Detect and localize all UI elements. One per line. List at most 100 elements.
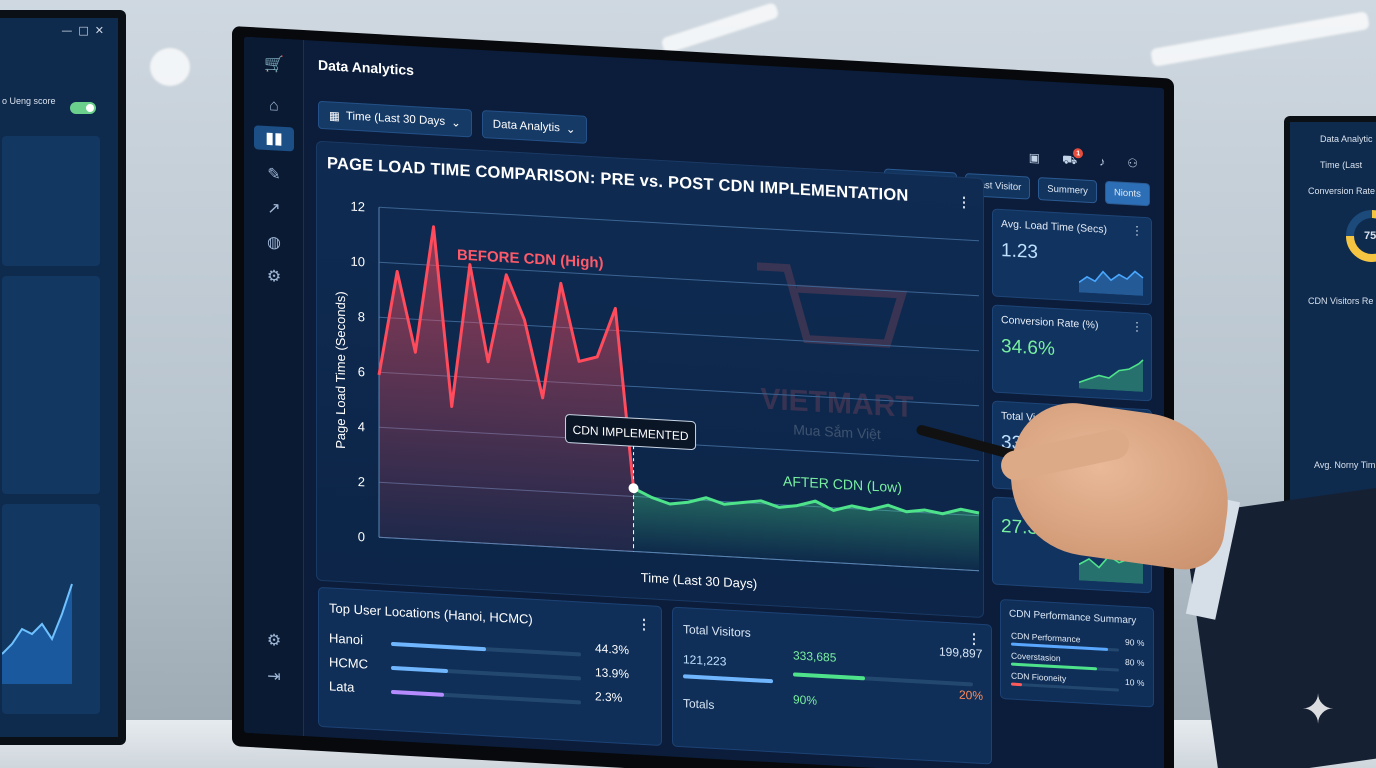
summary-value: 80 % bbox=[1125, 656, 1145, 669]
main-monitor: 🛒 ⌂ ▮▮ ✎ ↗ ◍ ⚙ ⚙ ⇥ Data Analytics ▦ Time… bbox=[232, 26, 1174, 768]
location-bar bbox=[391, 665, 581, 681]
more-icon[interactable]: ⋮ bbox=[1131, 223, 1143, 238]
right-app-title: Data Analytic bbox=[1320, 134, 1373, 144]
window-controls[interactable]: —□✕ bbox=[61, 24, 110, 37]
settings-icon[interactable]: ⚙ bbox=[262, 264, 286, 289]
bell-icon[interactable]: ♪ bbox=[1099, 154, 1105, 170]
summary-bar bbox=[1011, 642, 1119, 652]
cart-icon[interactable]: ⛟ 1 bbox=[1062, 148, 1084, 169]
ceiling-light bbox=[660, 1, 780, 55]
y-tick-label: 4 bbox=[358, 419, 365, 434]
save-icon[interactable]: ▣ bbox=[1029, 151, 1040, 168]
gauge-value: 75 bbox=[1364, 230, 1376, 242]
watermark-cart-icon bbox=[757, 262, 908, 348]
user-icon[interactable]: ⚇ bbox=[1127, 156, 1138, 173]
kpi-title: Avg. Load Time (Secs) bbox=[1001, 217, 1108, 236]
summary-value: 10 % bbox=[1125, 676, 1145, 689]
y-tick-label: 10 bbox=[351, 254, 365, 270]
load-time-chart-panel: PAGE LOAD TIME COMPARISON: PRE vs. POST … bbox=[316, 140, 984, 619]
location-pct: 2.3% bbox=[595, 689, 623, 705]
area-sparkline bbox=[2, 583, 73, 684]
visitors-pct-1: 90% bbox=[793, 692, 818, 708]
summary-bar bbox=[1011, 682, 1119, 692]
toggle-switch[interactable] bbox=[70, 102, 96, 114]
visitors-bar-2 bbox=[793, 672, 973, 687]
location-bar-fill bbox=[391, 665, 448, 674]
topbar-actions: ▣ ⛟ 1 ♪ ⚇ bbox=[1029, 148, 1138, 173]
time-filter[interactable]: ▦ Time (Last 30 Days ⌄ bbox=[318, 100, 472, 138]
y-axis-label: Page Load Time (Seconds) bbox=[333, 291, 348, 449]
right-visitors-title: CDN Visitors Re bbox=[1308, 296, 1374, 306]
x-axis-label: Time (Last 30 Days) bbox=[641, 570, 757, 592]
visitors-title: Total Visitors bbox=[683, 622, 751, 641]
time-filter-label: Time (Last 30 Days bbox=[345, 110, 446, 128]
app-title: Data Analytics bbox=[318, 56, 414, 79]
summary-dropdown[interactable]: Summery bbox=[1038, 177, 1097, 204]
ceiling-light bbox=[1150, 11, 1370, 67]
visitors-bar-1 bbox=[683, 674, 773, 684]
location-name: Hanoi bbox=[329, 630, 363, 648]
y-tick-label: 8 bbox=[358, 309, 365, 324]
sidebar: 🛒 ⌂ ▮▮ ✎ ↗ ◍ ⚙ ⚙ ⇥ bbox=[244, 36, 304, 737]
watermark-tagline: Mua Sắm Việt bbox=[793, 421, 881, 442]
after-cdn-label: AFTER CDN (Low) bbox=[783, 473, 902, 496]
home-icon[interactable]: ⌂ bbox=[262, 94, 286, 119]
summary-label: Coverstasion bbox=[1011, 650, 1061, 664]
analytics-filter-label: Data Analytis bbox=[492, 118, 560, 135]
trend-icon[interactable]: ↗ bbox=[262, 196, 286, 221]
kpi-sparkline bbox=[1079, 270, 1144, 296]
more-icon[interactable]: ⋮ bbox=[637, 616, 651, 634]
visitors-value-3: 199,897 bbox=[939, 644, 983, 661]
y-tick-label: 12 bbox=[351, 199, 365, 215]
watermark-name: VIETMART bbox=[760, 383, 914, 425]
series-area bbox=[379, 226, 634, 552]
location-pct: 13.9% bbox=[595, 665, 630, 682]
cdn-summary-card: CDN Performance Summary CDN Performance … bbox=[1000, 598, 1154, 708]
globe-icon[interactable]: ◍ bbox=[262, 230, 286, 255]
more-icon[interactable]: ⋮ bbox=[1131, 319, 1143, 334]
location-bar bbox=[391, 689, 581, 705]
kpi-sparkline bbox=[1079, 359, 1144, 392]
analytics-filter[interactable]: Data Analytis ⌄ bbox=[481, 109, 587, 144]
location-name: HCMC bbox=[329, 654, 368, 672]
metric-dropdown[interactable]: Nionts bbox=[1104, 180, 1150, 207]
visitors-pct-2: 20% bbox=[959, 687, 984, 703]
visitors-footer: Totals bbox=[683, 696, 715, 712]
right-search[interactable]: Time (Last bbox=[1320, 160, 1362, 170]
kpi-card: Avg. Load Time (Secs) 1.23 ⋮ bbox=[992, 208, 1152, 306]
cart-logo-icon[interactable]: 🛒 bbox=[262, 52, 286, 77]
notification-count: 1 bbox=[1073, 148, 1084, 159]
sparkle-icon: ✦ bbox=[1301, 688, 1335, 732]
location-bar-fill bbox=[391, 641, 486, 652]
summary-title: CDN Performance Summary bbox=[1009, 608, 1137, 627]
kpi-card: Conversion Rate (%) 34.6% ⋮ bbox=[992, 304, 1152, 402]
settings-bottom-icon[interactable]: ⚙ bbox=[262, 628, 286, 653]
summary-value: 90 % bbox=[1125, 636, 1145, 649]
visitors-value-2: 333,685 bbox=[793, 648, 837, 665]
line-chart: VIETMARTMua Sắm Việt024681012BEFORE CDN … bbox=[333, 199, 980, 592]
location-pct: 44.3% bbox=[595, 641, 630, 658]
locations-card: ⋮ Top User Locations (Hanoi, HCMC) Hanoi… bbox=[318, 586, 662, 747]
summary-bar bbox=[1011, 662, 1119, 672]
chevron-down-icon: ⌄ bbox=[565, 123, 576, 137]
logout-icon[interactable]: ⇥ bbox=[262, 664, 286, 689]
side-card bbox=[2, 504, 100, 714]
grid-line bbox=[379, 206, 979, 242]
toggle-label: o Ueng score bbox=[2, 96, 56, 106]
kpi-title: Conversion Rate (%) bbox=[1001, 313, 1099, 332]
locations-title: Top User Locations (Hanoi, HCMC) bbox=[329, 600, 533, 627]
location-bar bbox=[391, 641, 581, 657]
dashboard-screen: 🛒 ⌂ ▮▮ ✎ ↗ ◍ ⚙ ⚙ ⇥ Data Analytics ▦ Time… bbox=[244, 36, 1164, 768]
side-card bbox=[2, 136, 100, 266]
series-area bbox=[633, 488, 979, 571]
summary-label: CDN Fiooneity bbox=[1011, 670, 1067, 684]
analytics-icon[interactable]: ▮▮ bbox=[254, 125, 294, 152]
left-monitor: —□✕ o Ueng score bbox=[0, 10, 126, 745]
location-bar-fill bbox=[391, 689, 445, 697]
more-icon[interactable]: ⋮ bbox=[967, 630, 981, 648]
ceiling-light bbox=[150, 48, 190, 86]
y-tick-label: 0 bbox=[358, 529, 365, 544]
y-tick-label: 6 bbox=[358, 364, 365, 379]
wrench-icon[interactable]: ✎ bbox=[262, 162, 286, 187]
calendar-icon: ▦ bbox=[329, 110, 340, 124]
